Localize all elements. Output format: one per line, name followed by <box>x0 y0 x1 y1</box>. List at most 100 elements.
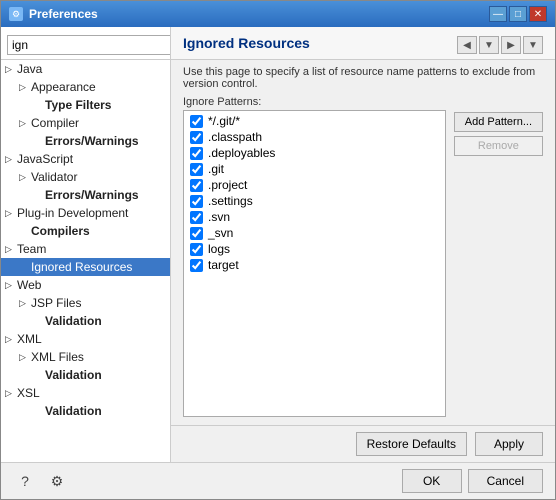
list-item[interactable]: .deployables <box>184 145 445 161</box>
maximize-button[interactable]: □ <box>509 6 527 22</box>
sidebar-item-errors-warnings-1[interactable]: Errors/Warnings <box>1 132 170 150</box>
pattern-label: .classpath <box>208 130 262 144</box>
patterns-label: Ignore Patterns: <box>171 92 555 110</box>
preferences-icon-button[interactable]: ⚙ <box>45 469 69 493</box>
sidebar-item-validation-1[interactable]: Validation <box>1 312 170 330</box>
sidebar-item-label: XML Files <box>31 350 84 364</box>
sidebar-item-label: XML <box>17 332 42 346</box>
list-item[interactable]: logs <box>184 241 445 257</box>
close-button[interactable]: ✕ <box>529 6 547 22</box>
sidebar-item-xsl[interactable]: ▷XSL <box>1 384 170 402</box>
tree-arrow-icon: ▷ <box>19 298 31 309</box>
sidebar-item-label: Java <box>17 62 42 76</box>
pattern-checkbox[interactable] <box>190 195 203 208</box>
tree-arrow-icon: ▷ <box>5 154 17 165</box>
sidebar-item-validator[interactable]: ▷Validator <box>1 168 170 186</box>
pattern-checkbox[interactable] <box>190 179 203 192</box>
sidebar-item-xml[interactable]: ▷XML <box>1 330 170 348</box>
main-panel: Ignored Resources ◀ ▼ ▶ ▼ Use this page … <box>171 27 555 462</box>
search-input[interactable] <box>7 35 171 55</box>
pattern-checkbox[interactable] <box>190 227 203 240</box>
pattern-checkbox[interactable] <box>190 211 203 224</box>
tree-arrow-icon: ▷ <box>19 352 31 363</box>
restore-defaults-button[interactable]: Restore Defaults <box>356 432 467 456</box>
sidebar-item-jsp-files[interactable]: ▷JSP Files <box>1 294 170 312</box>
sidebar-item-label: Compiler <box>31 116 79 130</box>
bottom-bar: Restore Defaults Apply <box>171 425 555 462</box>
apply-button[interactable]: Apply <box>475 432 543 456</box>
main-header: Ignored Resources ◀ ▼ ▶ ▼ <box>171 27 555 60</box>
sidebar-item-ignored-resources[interactable]: Ignored Resources <box>1 258 170 276</box>
sidebar-item-xml-files[interactable]: ▷XML Files <box>1 348 170 366</box>
tree-arrow-icon: ▷ <box>19 172 31 183</box>
pattern-label: logs <box>208 242 230 256</box>
tree-arrow-icon: ▷ <box>19 82 31 93</box>
footer-left: ? ⚙ <box>13 469 69 493</box>
sidebar-item-javascript[interactable]: ▷JavaScript <box>1 150 170 168</box>
title-bar-left: ⚙ Preferences <box>9 7 98 21</box>
sidebar-item-compilers[interactable]: Compilers <box>1 222 170 240</box>
sidebar-item-validation-3[interactable]: Validation <box>1 402 170 420</box>
tree-arrow-icon: ▷ <box>5 388 17 399</box>
remove-button[interactable]: Remove <box>454 136 543 156</box>
sidebar-item-label: Appearance <box>31 80 96 94</box>
pattern-checkbox[interactable] <box>190 259 203 272</box>
sidebar-item-java[interactable]: ▷Java <box>1 60 170 78</box>
minimize-button[interactable]: — <box>489 6 507 22</box>
list-item[interactable]: */.git/* <box>184 113 445 129</box>
ok-button[interactable]: OK <box>402 469 462 493</box>
list-item[interactable]: .classpath <box>184 129 445 145</box>
sidebar-item-label: Validation <box>45 404 102 418</box>
search-bar: ✕ <box>1 31 170 60</box>
list-item[interactable]: .settings <box>184 193 445 209</box>
back-button[interactable]: ◀ <box>457 36 477 54</box>
back-dropdown-button[interactable]: ▼ <box>479 36 499 54</box>
title-buttons: — □ ✕ <box>489 6 547 22</box>
preferences-window: ⚙ Preferences — □ ✕ ✕ ▷Java▷AppearanceTy… <box>0 0 556 500</box>
sidebar-item-label: Team <box>17 242 46 256</box>
sidebar-item-validation-2[interactable]: Validation <box>1 366 170 384</box>
panel-title: Ignored Resources <box>183 35 310 51</box>
pattern-checkbox[interactable] <box>190 147 203 160</box>
help-button[interactable]: ? <box>13 469 37 493</box>
forward-dropdown-button[interactable]: ▼ <box>523 36 543 54</box>
sidebar-item-label: JSP Files <box>31 296 81 310</box>
list-item[interactable]: .project <box>184 177 445 193</box>
title-bar: ⚙ Preferences — □ ✕ <box>1 1 555 27</box>
panel-description: Use this page to specify a list of resou… <box>171 60 555 92</box>
window-icon: ⚙ <box>9 7 23 21</box>
sidebar-item-team[interactable]: ▷Team <box>1 240 170 258</box>
forward-button[interactable]: ▶ <box>501 36 521 54</box>
sidebar-item-errors-warnings-2[interactable]: Errors/Warnings <box>1 186 170 204</box>
pattern-checkbox[interactable] <box>190 243 203 256</box>
pattern-checkbox[interactable] <box>190 115 203 128</box>
pattern-label: .svn <box>208 210 230 224</box>
pattern-label: .deployables <box>208 146 275 160</box>
list-item[interactable]: .git <box>184 161 445 177</box>
sidebar-item-label: Ignored Resources <box>31 260 132 274</box>
pattern-label: .git <box>208 162 224 176</box>
sidebar-item-label: JavaScript <box>17 152 73 166</box>
list-item[interactable]: .svn <box>184 209 445 225</box>
tree-arrow-icon: ▷ <box>19 118 31 129</box>
pattern-checkbox[interactable] <box>190 131 203 144</box>
list-item[interactable]: target <box>184 257 445 273</box>
patterns-list: */.git/*.classpath .deployables .git .proje… <box>183 110 446 417</box>
list-item[interactable]: _svn <box>184 225 445 241</box>
sidebar-item-web[interactable]: ▷Web <box>1 276 170 294</box>
patterns-buttons: Add Pattern... Remove <box>454 110 543 417</box>
sidebar-item-compiler[interactable]: ▷Compiler <box>1 114 170 132</box>
sidebar-item-appearance[interactable]: ▷Appearance <box>1 78 170 96</box>
footer-right: OK Cancel <box>402 469 543 493</box>
main-content: ✕ ▷Java▷AppearanceType Filters▷CompilerE… <box>1 27 555 462</box>
sidebar-item-label: Type Filters <box>45 98 111 112</box>
pattern-checkbox[interactable] <box>190 163 203 176</box>
sidebar-item-label: Errors/Warnings <box>45 134 139 148</box>
pattern-label: .project <box>208 178 247 192</box>
sidebar-item-plug-in-development[interactable]: ▷Plug-in Development <box>1 204 170 222</box>
add-pattern-button[interactable]: Add Pattern... <box>454 112 543 132</box>
pattern-label: _svn <box>208 226 233 240</box>
sidebar-item-type-filters[interactable]: Type Filters <box>1 96 170 114</box>
cancel-button[interactable]: Cancel <box>468 469 543 493</box>
pattern-label: .settings <box>208 194 253 208</box>
